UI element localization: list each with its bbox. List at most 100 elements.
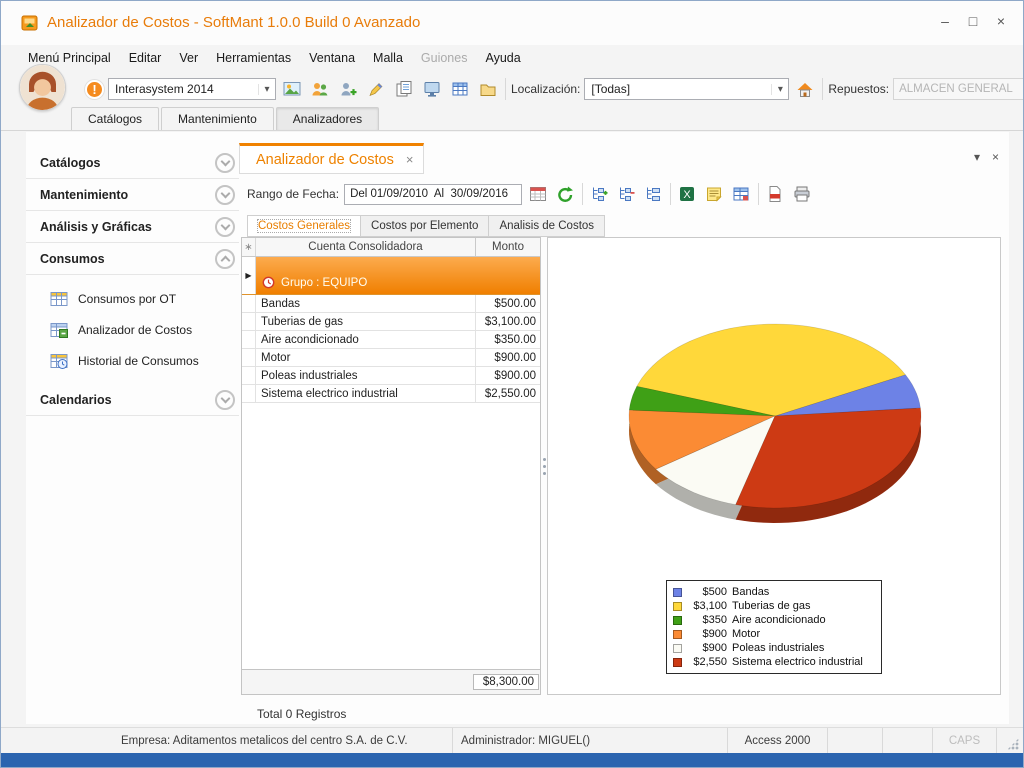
print-icon[interactable] [791, 183, 813, 205]
main-tab-bar: Catálogos Mantenimiento Analizadores [1, 106, 1023, 131]
menu-item-ventana[interactable]: Ventana [300, 45, 364, 71]
folder-icon[interactable] [476, 77, 500, 101]
table-row[interactable]: Motor $900.00 [242, 349, 540, 367]
status-bar: Empresa: Aditamentos metalicos del centr… [1, 727, 1023, 753]
status-empty-panel [883, 728, 933, 753]
legend-swatch [673, 588, 682, 597]
sidebar-section-mantenimiento[interactable]: Mantenimiento [26, 179, 239, 211]
chevron-down-circle-icon[interactable] [215, 217, 235, 237]
subtab-costos-por-elemento[interactable]: Costos por Elemento [360, 215, 489, 237]
cell-monto: $3,100.00 [476, 313, 540, 330]
tab-list-icon[interactable]: ▾ [974, 150, 980, 164]
svg-text:X: X [683, 189, 691, 201]
tree-levels-icon[interactable] [642, 183, 664, 205]
minimize-button[interactable]: – [931, 13, 959, 29]
chevron-down-circle-icon[interactable] [215, 185, 235, 205]
chevron-down-circle-icon[interactable] [215, 390, 235, 410]
status-caps-indicator: CAPS [933, 728, 997, 753]
sidebar-consumos-items: Consumos por OT Analizador de Costos His… [26, 275, 239, 384]
maximize-button[interactable]: □ [959, 13, 987, 29]
menu-item-malla[interactable]: Malla [364, 45, 412, 71]
section-label: Mantenimiento [40, 188, 128, 202]
window-controls: – □ × [931, 13, 1015, 29]
costs-grid: ∗ Cuenta Consolidadora Monto ▶ Grupo : E… [241, 237, 541, 695]
row-marker-icon: ▶ [242, 257, 256, 294]
edit-icon[interactable] [364, 77, 388, 101]
pdf-export-icon[interactable] [764, 183, 786, 205]
table-row[interactable]: Bandas $500.00 [242, 295, 540, 313]
grid-corner-icon[interactable]: ∗ [242, 238, 256, 256]
tab-analizadores[interactable]: Analizadores [276, 107, 379, 130]
menu-item-herramientas[interactable]: Herramientas [207, 45, 300, 71]
cell-cuenta: Aire acondicionado [256, 331, 476, 348]
refresh-icon[interactable] [554, 183, 576, 205]
sidebar-section-calendarios[interactable]: Calendarios [26, 384, 239, 416]
menu-item-ayuda[interactable]: Ayuda [476, 45, 529, 71]
close-document-icon[interactable]: × [992, 150, 999, 164]
localizacion-combobox[interactable]: [Todas] ▾ [584, 78, 789, 100]
copy-icon[interactable] [392, 77, 416, 101]
cell-cuenta: Poleas industriales [256, 367, 476, 384]
chevron-down-circle-icon[interactable] [215, 153, 235, 173]
image-icon[interactable] [280, 77, 304, 101]
cell-monto: $2,550.00 [476, 385, 540, 402]
sidebar-section-consumos[interactable]: Consumos [26, 243, 239, 275]
sidebar-item-consumos-por-ot[interactable]: Consumos por OT [50, 283, 239, 314]
sidebar-item-historial-de-consumos[interactable]: Historial de Consumos [50, 345, 239, 376]
table-row[interactable]: Tuberias de gas $3,100.00 [242, 313, 540, 331]
table-icon[interactable] [448, 77, 472, 101]
menu-item-editar[interactable]: Editar [120, 45, 171, 71]
row-gutter [242, 295, 256, 312]
chevron-down-icon[interactable]: ▾ [771, 84, 788, 95]
grid-group-row[interactable]: ▶ Grupo : EQUIPO [242, 257, 540, 295]
table-row[interactable]: Sistema electrico industrial $2,550.00 [242, 385, 540, 403]
document-tab-analizador-de-costos[interactable]: Analizador de Costos × [239, 143, 424, 174]
collapse-tree-icon[interactable] [615, 183, 637, 205]
repuestos-field[interactable] [893, 78, 1024, 100]
sidebar-item-analizador-de-costos[interactable]: Analizador de Costos [50, 314, 239, 345]
users-icon[interactable] [308, 77, 332, 101]
excel-export-icon[interactable]: X [676, 183, 698, 205]
subtab-costos-generales[interactable]: Costos Generales [247, 215, 361, 237]
title-bar: Analizador de Costos - SoftMant 1.0.0 Bu… [1, 1, 1023, 45]
menu-bar: Menú Principal Editar Ver Herramientas V… [1, 45, 1023, 71]
legend-item: $900Poleas industriales [673, 641, 875, 655]
close-button[interactable]: × [987, 13, 1015, 29]
tab-catalogos[interactable]: Catálogos [71, 107, 159, 130]
close-tab-icon[interactable]: × [406, 152, 414, 167]
grid-view-icon[interactable] [730, 183, 752, 205]
tab-mantenimiento[interactable]: Mantenimiento [161, 107, 274, 130]
resize-grip[interactable] [997, 728, 1023, 753]
expand-tree-icon[interactable] [588, 183, 610, 205]
add-user-icon[interactable] [336, 77, 360, 101]
document-subtabs: Costos Generales Costos por Elemento Ana… [247, 215, 604, 237]
sidebar-section-analisis-y-graficas[interactable]: Análisis y Gráficas [26, 211, 239, 243]
date-range-input[interactable] [344, 184, 522, 205]
monitor-icon[interactable] [420, 77, 444, 101]
row-gutter [242, 313, 256, 330]
notes-icon[interactable] [703, 183, 725, 205]
subtab-analisis-de-costos[interactable]: Analisis de Costos [488, 215, 605, 237]
profile-combobox[interactable]: Interasystem 2014 ▾ [108, 78, 276, 100]
row-gutter [242, 385, 256, 402]
menu-item-ver[interactable]: Ver [170, 45, 207, 71]
sidebar: Catálogos Mantenimiento Análisis y Gráfi… [26, 147, 239, 416]
column-header-cuenta[interactable]: Cuenta Consolidadora [256, 238, 476, 256]
table-row[interactable]: Aire acondicionado $350.00 [242, 331, 540, 349]
home-icon[interactable] [793, 77, 817, 101]
sidebar-section-catalogos[interactable]: Catálogos [26, 147, 239, 179]
grid-total-value: $8,300.00 [473, 674, 539, 690]
document-tab-strip: Analizador de Costos × ▾ × [239, 143, 1009, 174]
table-row[interactable]: Poleas industriales $900.00 [242, 367, 540, 385]
grid-empty-space [242, 403, 540, 669]
column-header-monto[interactable]: Monto [476, 238, 540, 256]
localizacion-combobox-value: [Todas] [585, 82, 771, 96]
status-empresa: Empresa: Aditamentos metalicos del centr… [1, 728, 453, 753]
warning-icon[interactable]: ! [85, 80, 104, 99]
subtab-label: Costos Generales [258, 220, 350, 232]
chevron-down-icon[interactable]: ▾ [258, 84, 275, 95]
app-window: Analizador de Costos - SoftMant 1.0.0 Bu… [0, 0, 1024, 768]
calendar-icon[interactable] [527, 183, 549, 205]
toolbar-separator [582, 183, 583, 205]
chevron-up-circle-icon[interactable] [215, 249, 235, 269]
